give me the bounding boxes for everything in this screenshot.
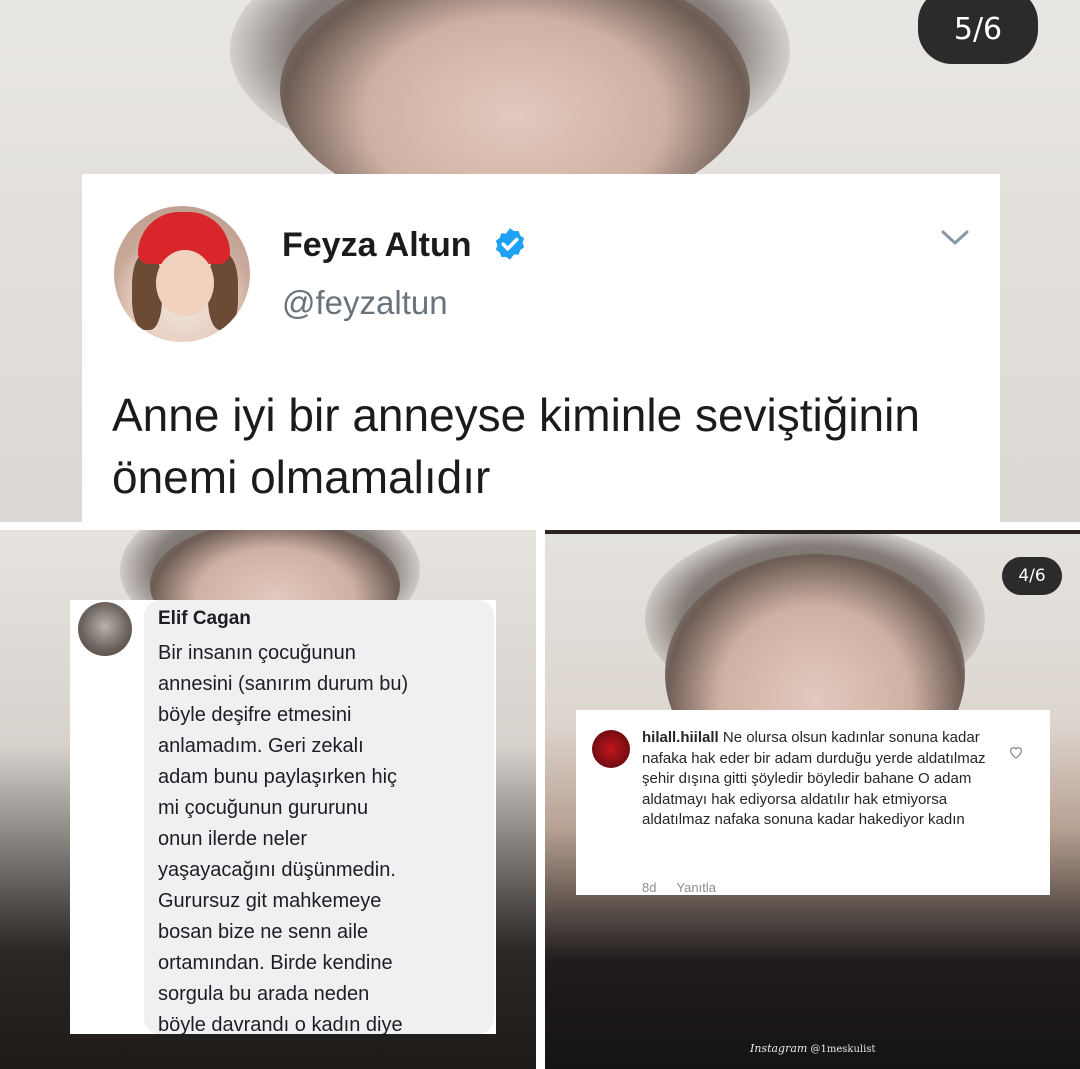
divider-vertical — [536, 522, 545, 1069]
instagram-comment: hilall.hiilall Ne olursa olsun kadınlar … — [576, 710, 1050, 895]
reply-button[interactable]: Yanıtla — [676, 880, 716, 895]
chevron-down-icon[interactable] — [940, 228, 970, 248]
commenter-avatar[interactable] — [78, 602, 132, 656]
heart-icon[interactable] — [1008, 744, 1024, 760]
watermark-handle: @1meskulist — [810, 1044, 876, 1055]
tweet-card: Feyza Altun @feyzaltun Anne iyi bir anne… — [82, 174, 1000, 522]
comment-meta: 8d Yanıtla — [642, 880, 716, 895]
verified-badge-icon — [495, 228, 525, 260]
facebook-comment: Elif Cagan Bir insanın çocuğunun annesin… — [70, 600, 496, 1036]
tweet-avatar[interactable] — [114, 206, 250, 342]
tweet-author-handle[interactable]: @feyzaltun — [282, 284, 448, 322]
comment-bubble: Elif Cagan Bir insanın çocuğunun annesin… — [144, 600, 494, 1036]
tweet-text: Anne iyi bir anneyse kiminle seviştiğini… — [112, 389, 920, 503]
commenter-name[interactable]: Elif Cagan — [158, 608, 251, 630]
watermark-brand: Instagram — [750, 1042, 808, 1055]
comment-time: 8d — [642, 880, 657, 895]
slide-counter-top: 5/6 — [918, 0, 1038, 64]
commenter-username[interactable]: hilall.hiilall — [642, 729, 719, 746]
watermark: Instagram @1meskulist — [750, 1042, 875, 1055]
comment-body: hilall.hiilall Ne olursa olsun kadınlar … — [642, 728, 1002, 831]
comment-text: Bir insanın çocuğunun annesini (sanırım … — [158, 642, 409, 1036]
tweet-author-name[interactable]: Feyza Altun — [282, 226, 472, 265]
slide-counter-bottom: 4/6 — [1002, 557, 1062, 595]
commenter-avatar[interactable] — [592, 730, 630, 768]
